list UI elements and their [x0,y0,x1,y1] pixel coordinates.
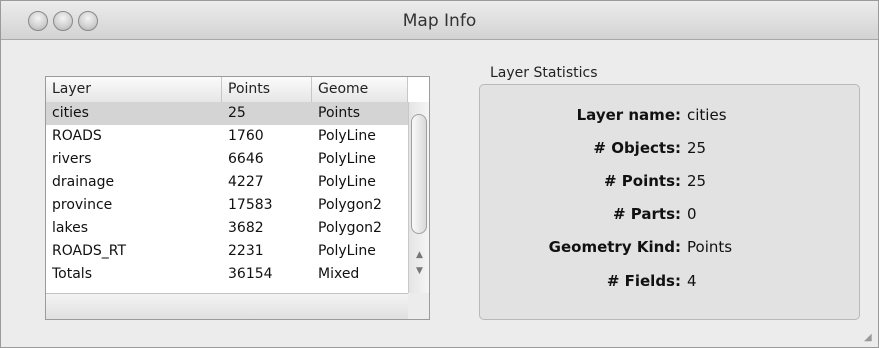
geometry-cell: Polygon2 [318,197,382,213]
points-cell: 3682 [228,220,264,236]
stat-key: # Fields: [606,272,681,290]
map-info-window: Map Info Layer Points Geome cities 25 Poin… [0,0,879,348]
column-header-geometry[interactable]: Geome [312,77,408,102]
table-row[interactable]: Totals 36154 Mixed [46,263,408,286]
resize-grip-icon[interactable]: ◢ [864,333,874,343]
layer-cell: ROADS [52,128,102,144]
horizontal-scrollbar[interactable] [46,293,408,319]
geometry-cell: Mixed [318,266,360,282]
geometry-cell: Polygon2 [318,220,382,236]
geometry-cell: PolyLine [318,128,376,144]
stat-key: Geometry Kind: [548,238,681,256]
layer-statistics-label: Layer Statistics [490,65,598,81]
layer-statistics-panel: Layer name: cities # Objects: 25 # Point… [479,84,860,320]
stat-value: 0 [687,205,697,223]
column-header-layer[interactable]: Layer [46,77,222,102]
layer-cell: drainage [52,174,115,190]
layer-cell: province [52,197,113,213]
stat-row-parts: # Parts: 0 [480,205,861,225]
geometry-cell: PolyLine [318,174,376,190]
table-row[interactable]: cities 25 Points [46,102,408,125]
stat-value: 4 [687,272,697,290]
table-row[interactable]: lakes 3682 Polygon2 [46,217,408,240]
points-cell: 36154 [228,266,273,282]
layer-cell: cities [52,105,89,121]
stat-key: # Parts: [613,205,681,223]
stat-row-geometry-kind: Geometry Kind: Points [480,238,861,258]
layer-table[interactable]: Layer Points Geome cities 25 Points ROADS 17… [45,76,430,320]
points-cell: 25 [228,105,246,121]
points-cell: 4227 [228,174,264,190]
stat-key: # Objects: [593,139,681,157]
stat-value: 25 [687,139,707,157]
layer-cell: lakes [52,220,88,236]
stat-key: # Points: [603,172,681,190]
scrollbar-corner [408,293,429,319]
geometry-cell: PolyLine [318,151,376,167]
scroll-down-arrow-icon[interactable]: ▼ [409,263,429,279]
stat-value: 25 [687,172,707,190]
stat-row-points: # Points: 25 [480,172,861,192]
stat-row-fields: # Fields: 4 [480,272,861,292]
scrollbar-thumb[interactable] [411,114,427,234]
geometry-cell: Points [318,105,361,121]
stat-value: Points [687,238,733,256]
points-cell: 17583 [228,197,273,213]
table-row[interactable]: rivers 6646 PolyLine [46,148,408,171]
stat-row-layer-name: Layer name: cities [480,106,861,126]
vertical-scrollbar[interactable]: ▲ ▼ [408,102,429,319]
table-row[interactable]: province 17583 Polygon2 [46,194,408,217]
scroll-up-arrow-icon[interactable]: ▲ [409,247,429,263]
window-title: Map Info [402,11,477,31]
layer-cell: Totals [52,266,92,282]
table-body: cities 25 Points ROADS 1760 PolyLine rivers 664… [46,102,408,293]
points-cell: 2231 [228,243,264,259]
points-cell: 1760 [228,128,264,144]
title-bar[interactable]: Map Info [1,1,878,40]
column-header-points[interactable]: Points [222,77,312,102]
stat-key: Layer name: [576,106,681,124]
table-row[interactable]: drainage 4227 PolyLine [46,171,408,194]
table-header: Layer Points Geome [46,77,408,103]
stat-row-objects: # Objects: 25 [480,139,861,159]
points-cell: 6646 [228,151,264,167]
table-row[interactable]: ROADS 1760 PolyLine [46,125,408,148]
layer-cell: ROADS_RT [52,243,127,259]
geometry-cell: PolyLine [318,243,376,259]
stat-value: cities [687,106,727,124]
table-row[interactable]: ROADS_RT 2231 PolyLine [46,240,408,263]
layer-cell: rivers [52,151,92,167]
